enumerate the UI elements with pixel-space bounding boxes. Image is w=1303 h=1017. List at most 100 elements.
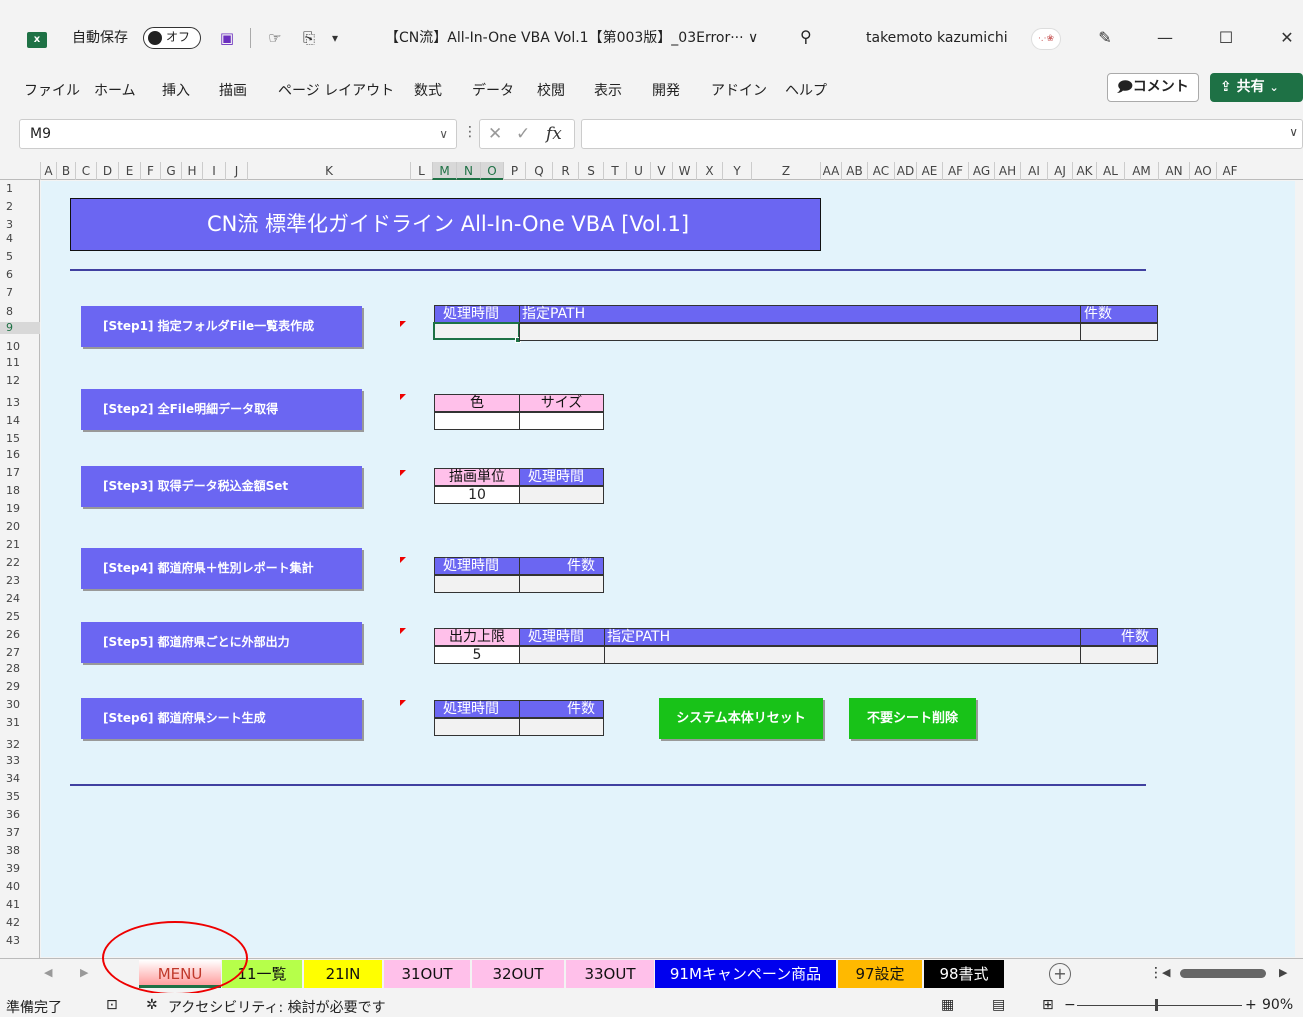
row-header-28[interactable]: 28 xyxy=(0,663,40,675)
row-header-4[interactable]: 4 xyxy=(0,233,40,245)
name-box[interactable]: M9 ∨ xyxy=(19,119,457,149)
column-header-q[interactable]: Q xyxy=(525,162,552,180)
close-icon[interactable]: ✕ xyxy=(1275,26,1299,50)
column-header-k[interactable]: K xyxy=(247,162,410,180)
cancel-icon[interactable]: ✕ xyxy=(488,124,502,144)
row-header-25[interactable]: 25 xyxy=(0,611,40,623)
row-header-29[interactable]: 29 xyxy=(0,681,40,693)
row-header-40[interactable]: 40 xyxy=(0,881,40,893)
search-icon[interactable]: ⚲ xyxy=(800,27,812,46)
save-icon[interactable]: ▣ xyxy=(216,27,238,49)
row-header-2[interactable]: 2 xyxy=(0,201,40,213)
table-cell[interactable] xyxy=(1080,323,1158,341)
table-cell[interactable] xyxy=(1080,646,1158,664)
column-header-g[interactable]: G xyxy=(160,162,181,180)
row-header-36[interactable]: 36 xyxy=(0,809,40,821)
row-header-37[interactable]: 37 xyxy=(0,827,40,839)
zoom-slider-thumb[interactable] xyxy=(1155,999,1158,1011)
row-header-3[interactable]: 3 xyxy=(0,219,40,231)
sheet-tab[interactable]: 97設定 xyxy=(838,960,922,988)
row-header-6[interactable]: 6 xyxy=(0,269,40,281)
column-header-m[interactable]: M xyxy=(432,162,456,180)
zoom-out-icon[interactable]: − xyxy=(1064,997,1076,1013)
column-header-a[interactable]: A xyxy=(40,162,56,180)
column-header-al[interactable]: AL xyxy=(1096,162,1124,180)
customize-qat-icon[interactable]: ▾ xyxy=(324,27,346,49)
row-header-16[interactable]: 16 xyxy=(0,449,40,461)
column-header-am[interactable]: AM xyxy=(1124,162,1158,180)
table-cell[interactable] xyxy=(519,575,604,593)
insert-function-icon[interactable]: fx xyxy=(546,124,562,144)
vertical-scrollbar[interactable] xyxy=(1296,181,1303,957)
step4-button[interactable]: [Step4] 都道府県＋性別レポート集計 xyxy=(81,548,362,589)
delete-sheets-button[interactable]: 不要シート削除 xyxy=(849,698,976,739)
column-header-n[interactable]: N xyxy=(456,162,480,180)
sheet-tab[interactable]: 91Mキャンペーン商品 xyxy=(655,960,836,988)
pen-icon[interactable]: ✎ xyxy=(1093,26,1117,50)
row-header-20[interactable]: 20 xyxy=(0,521,40,533)
comment-indicator[interactable] xyxy=(400,470,406,476)
row-header-18[interactable]: 18 xyxy=(0,485,40,497)
column-header-i[interactable]: I xyxy=(202,162,225,180)
column-header-p[interactable]: P xyxy=(503,162,525,180)
column-header-o[interactable]: O xyxy=(480,162,503,180)
row-header-38[interactable]: 38 xyxy=(0,845,40,857)
tab-developer[interactable]: 開発 xyxy=(652,80,680,100)
comment-indicator[interactable] xyxy=(400,628,406,634)
row-header-24[interactable]: 24 xyxy=(0,593,40,605)
avatar[interactable]: ·.·❀ xyxy=(1031,28,1061,50)
column-header-c[interactable]: C xyxy=(75,162,96,180)
column-header-ao[interactable]: AO xyxy=(1189,162,1216,180)
column-header-e[interactable]: E xyxy=(118,162,140,180)
format-painter-icon[interactable]: ⎘ xyxy=(298,27,320,49)
row-header-34[interactable]: 34 xyxy=(0,773,40,785)
table-cell[interactable] xyxy=(434,575,520,593)
column-header-b[interactable]: B xyxy=(56,162,75,180)
horizontal-scrollbar[interactable] xyxy=(1180,969,1266,978)
column-header-ab[interactable]: AB xyxy=(841,162,867,180)
user-name[interactable]: takemoto kazumichi xyxy=(866,23,1008,53)
table-cell[interactable] xyxy=(519,646,605,664)
column-header-v[interactable]: V xyxy=(650,162,672,180)
step1-button[interactable]: [Step1] 指定フォルダFile一覧表作成 xyxy=(81,306,362,347)
share-button[interactable]: ⇪ 共有 ⌄ xyxy=(1210,73,1303,102)
column-header-f[interactable]: F xyxy=(140,162,160,180)
row-header-30[interactable]: 30 xyxy=(0,699,40,711)
comment-indicator[interactable] xyxy=(400,700,406,706)
page-layout-icon[interactable]: ▤ xyxy=(992,997,1005,1013)
column-header-ad[interactable]: AD xyxy=(894,162,916,180)
row-header-8[interactable]: 8 xyxy=(0,306,40,318)
row-header-12[interactable]: 12 xyxy=(0,375,40,387)
row-header-1[interactable]: 1 xyxy=(0,183,40,195)
expand-formula-icon[interactable]: ∨ xyxy=(1289,125,1298,139)
step3-button[interactable]: [Step3] 取得データ税込金額Set xyxy=(81,466,362,507)
tab-review[interactable]: 校閲 xyxy=(537,80,565,100)
sheet-tab[interactable]: 32OUT xyxy=(472,960,564,988)
column-header-j[interactable]: J xyxy=(225,162,247,180)
column-header-ac[interactable]: AC xyxy=(867,162,894,180)
tab-addins[interactable]: アドイン xyxy=(711,80,767,100)
step5-button[interactable]: [Step5] 都道府県ごとに外部出力 xyxy=(81,622,362,663)
column-header-ag[interactable]: AG xyxy=(968,162,994,180)
column-header-z[interactable]: Z xyxy=(751,162,820,180)
table-cell[interactable] xyxy=(519,323,1081,341)
sheet-tab[interactable]: 33OUT xyxy=(566,960,654,988)
maximize-icon[interactable]: ☐ xyxy=(1214,26,1238,50)
zoom-in-icon[interactable]: + xyxy=(1245,997,1257,1013)
row-header-39[interactable]: 39 xyxy=(0,863,40,875)
normal-view-icon[interactable]: ▦ xyxy=(941,997,954,1013)
minimize-icon[interactable]: — xyxy=(1153,26,1177,50)
comment-button[interactable]: 🗩コメント xyxy=(1107,73,1199,102)
row-header-41[interactable]: 41 xyxy=(0,899,40,911)
row-header-15[interactable]: 15 xyxy=(0,433,40,445)
row-header-9[interactable]: 9 xyxy=(0,322,40,334)
tab-formulas[interactable]: 数式 xyxy=(414,80,442,100)
column-header-an[interactable]: AN xyxy=(1158,162,1189,180)
zoom-slider[interactable] xyxy=(1077,1005,1242,1006)
tab-data[interactable]: データ xyxy=(472,80,514,100)
autosave-toggle[interactable]: オフ xyxy=(143,27,201,49)
table-cell[interactable]: 10 xyxy=(434,486,520,504)
accessibility-status[interactable]: アクセシビリティ: 検討が必要です xyxy=(168,997,386,1017)
more-icon[interactable]: ⋮ xyxy=(1149,965,1163,981)
step6-button[interactable]: [Step6] 都道府県シート生成 xyxy=(81,698,362,739)
